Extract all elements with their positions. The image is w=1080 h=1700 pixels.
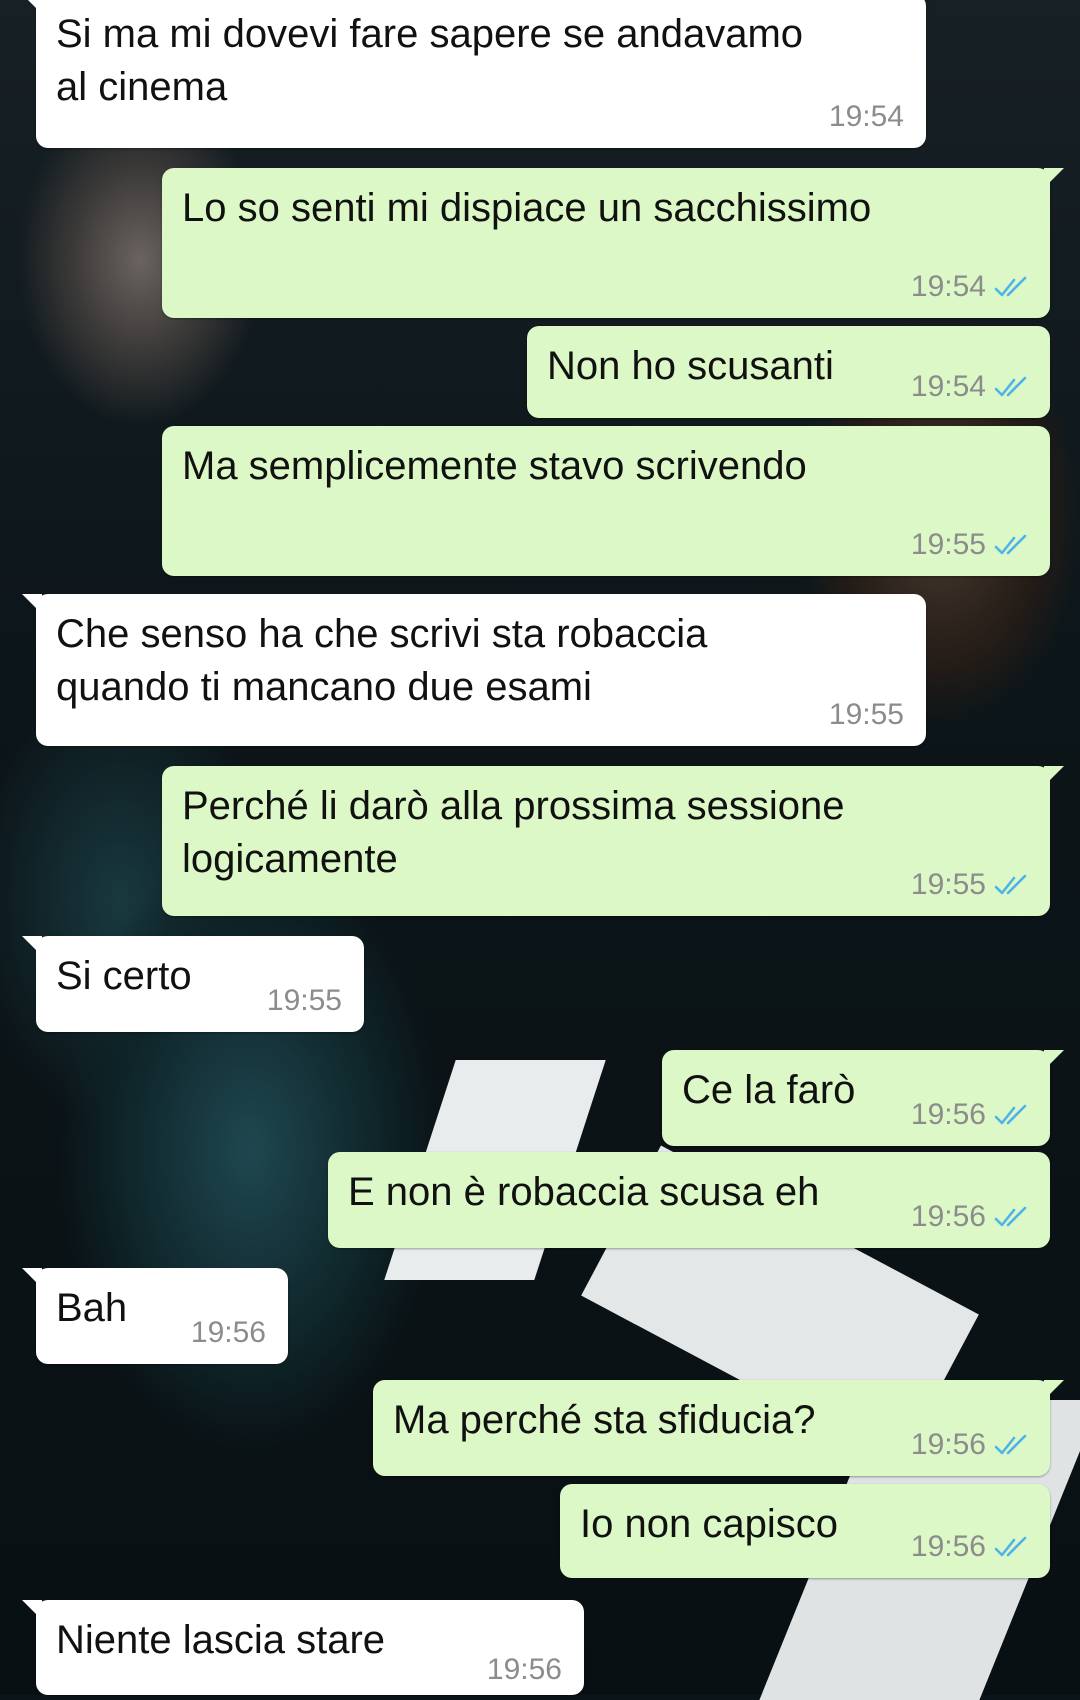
message-meta: 19:56 <box>911 1098 1028 1132</box>
message-meta: 19:55 <box>911 528 1028 562</box>
message-text: Ma semplicemente stavo scrivendo <box>182 444 807 488</box>
message-meta: 19:56 <box>911 1428 1028 1462</box>
double-check-icon <box>994 276 1027 297</box>
message-text: Che senso ha che scrivi sta robaccia qua… <box>56 612 708 709</box>
message-bubble-outgoing[interactable]: Ma semplicemente stavo scrivendo 19:55 <box>162 426 1050 576</box>
message-time: 19:54 <box>828 100 904 133</box>
double-check-icon <box>994 376 1027 397</box>
message-meta: 19:56 <box>911 1530 1028 1564</box>
message-meta: 19:56 <box>911 1200 1028 1234</box>
message-time: 19:55 <box>910 528 986 561</box>
message-meta: 19:54 <box>911 370 1028 404</box>
message-meta: 19:55 <box>267 984 342 1018</box>
message-bubble-incoming[interactable]: Bah 19:56 <box>22 1268 288 1364</box>
double-check-icon <box>994 534 1027 555</box>
message-time: 19:56 <box>910 1098 986 1131</box>
message-time: 19:56 <box>910 1428 986 1461</box>
message-time: 19:55 <box>266 984 342 1017</box>
double-check-icon <box>994 1536 1027 1557</box>
double-check-icon <box>994 1434 1027 1455</box>
message-bubble-incoming[interactable]: Niente lascia stare 19:56 <box>22 1600 584 1695</box>
message-time: 19:56 <box>190 1316 266 1349</box>
message-meta: 19:55 <box>911 868 1028 902</box>
message-time: 19:56 <box>486 1653 562 1686</box>
message-time: 19:54 <box>910 270 986 303</box>
double-check-icon <box>994 1206 1027 1227</box>
message-list[interactable]: Si ma mi dovevi fare sapere se andavamo … <box>0 0 1080 1695</box>
message-bubble-outgoing[interactable]: Perché li darò alla prossima sessione lo… <box>162 766 1064 916</box>
message-time: 19:55 <box>910 868 986 901</box>
message-bubble-outgoing[interactable]: Lo so senti mi dispiace un sacchissimo 1… <box>162 168 1064 318</box>
message-text: Perché li darò alla prossima sessione lo… <box>182 784 845 881</box>
message-bubble-outgoing[interactable]: Ce la farò 19:56 <box>662 1050 1064 1146</box>
message-meta: 19:54 <box>911 270 1028 304</box>
message-bubble-outgoing[interactable]: Non ho scusanti 19:54 <box>527 326 1050 418</box>
message-bubble-incoming[interactable]: Che senso ha che scrivi sta robaccia qua… <box>22 594 926 746</box>
message-time: 19:55 <box>828 698 904 731</box>
message-text: Si ma mi dovevi fare sapere se andavamo … <box>56 12 804 109</box>
message-bubble-incoming[interactable]: Si certo 19:55 <box>22 936 364 1032</box>
message-meta: 19:56 <box>191 1316 266 1350</box>
message-meta: 19:56 <box>487 1653 562 1687</box>
message-bubble-outgoing[interactable]: Io non capisco 19:56 <box>560 1484 1050 1578</box>
message-time: 19:56 <box>910 1200 986 1233</box>
message-time: 19:54 <box>910 370 986 403</box>
message-bubble-incoming[interactable]: Si ma mi dovevi fare sapere se andavamo … <box>22 0 926 148</box>
message-bubble-outgoing[interactable]: E non è robaccia scusa eh 19:56 <box>328 1152 1050 1248</box>
message-text: Lo so senti mi dispiace un sacchissimo <box>182 186 872 230</box>
double-check-icon <box>994 1104 1027 1125</box>
double-check-icon <box>994 874 1027 895</box>
message-meta: 19:54 <box>829 100 904 134</box>
message-meta: 19:55 <box>829 698 904 732</box>
message-bubble-outgoing[interactable]: Ma perché sta sfiducia? 19:56 <box>373 1380 1064 1476</box>
message-time: 19:56 <box>910 1530 986 1563</box>
